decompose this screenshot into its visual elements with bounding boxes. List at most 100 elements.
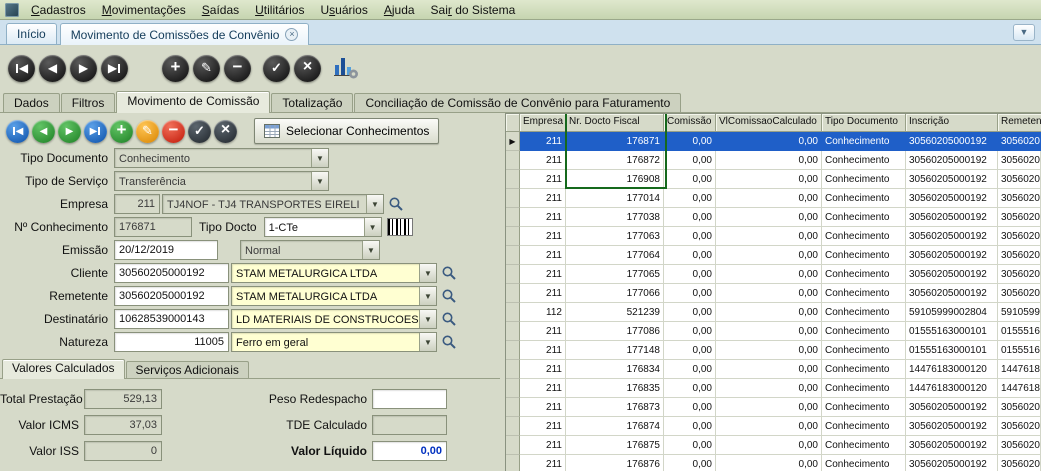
tab-inicio[interactable]: Início bbox=[6, 23, 57, 44]
table-row[interactable]: 2111770860,000,00Conhecimento01555163000… bbox=[506, 322, 1041, 341]
tab-movimento-comissoes-convenio[interactable]: Movimento de Comissões de Convênio × bbox=[60, 23, 310, 45]
grid-cell: 30560205000192 bbox=[906, 417, 998, 436]
table-row[interactable]: 2111768350,000,00Conhecimento14476183000… bbox=[506, 379, 1041, 398]
tipo-docto-select[interactable]: 1-CTe ▼ bbox=[264, 217, 382, 237]
grid-col-header-0[interactable]: Empresa bbox=[520, 114, 566, 132]
page-tab-3[interactable]: Totalização bbox=[271, 93, 353, 112]
page-tab-0[interactable]: Dados bbox=[3, 93, 60, 112]
table-row[interactable]: 2111768340,000,00Conhecimento14476183000… bbox=[506, 360, 1041, 379]
remetente-code-field[interactable]: 30560205000192 bbox=[114, 286, 229, 306]
grid-cancel-button[interactable]: × bbox=[214, 120, 237, 143]
grid-col-header-1[interactable]: Nr. Docto Fiscal bbox=[566, 114, 664, 132]
natureza-code-field[interactable]: 11005 bbox=[114, 332, 229, 352]
record-toolbar: ◀ ◀ ▶ ▶ + ✎ − ✓ × Selecionar Conheciment… bbox=[0, 113, 505, 148]
grid-next-button[interactable]: ▶ bbox=[58, 120, 81, 143]
destinatario-code-field[interactable]: 10628539000143 bbox=[114, 309, 229, 329]
tab-list-chevron-button[interactable]: ▼ bbox=[1013, 24, 1035, 41]
remetente-select[interactable]: STAM METALURGICA LTDA ▼ bbox=[231, 286, 437, 306]
grid-first-button[interactable]: ◀ bbox=[6, 120, 29, 143]
edit-record-button[interactable]: ✎ bbox=[193, 55, 220, 82]
tab-valores-calculados[interactable]: Valores Calculados bbox=[2, 359, 125, 379]
table-row[interactable]: 2111771480,000,00Conhecimento01555163000… bbox=[506, 341, 1041, 360]
table-row[interactable]: 2111770640,000,00Conhecimento30560205000… bbox=[506, 246, 1041, 265]
peso-redespacho-field[interactable] bbox=[372, 389, 447, 409]
menu-item-ajuda[interactable]: Ajuda bbox=[376, 2, 423, 18]
table-row[interactable]: 2111768750,000,00Conhecimento30560205000… bbox=[506, 436, 1041, 455]
row-selector bbox=[506, 265, 520, 284]
table-row[interactable]: 2111770140,000,00Conhecimento30560205000… bbox=[506, 189, 1041, 208]
empresa-code-field[interactable]: 211 bbox=[114, 194, 160, 214]
grid-cell: 0,00 bbox=[664, 303, 716, 322]
grid-confirm-button[interactable]: ✓ bbox=[188, 120, 211, 143]
grid-col-header-2[interactable]: Comissão bbox=[664, 114, 716, 132]
natureza-select[interactable]: Ferro em geral ▼ bbox=[231, 332, 437, 352]
grid-cell: Conhecimento bbox=[822, 132, 906, 151]
cliente-code-field[interactable]: 30560205000192 bbox=[114, 263, 229, 283]
menu-item-sair-do-sistema[interactable]: Sair do Sistema bbox=[423, 2, 524, 18]
main-toolbar: ◀ ◀ ▶ ▶ + ✎ − ✓ × bbox=[0, 45, 1041, 91]
table-row[interactable]: 2111768760,000,00Conhecimento30560205000… bbox=[506, 455, 1041, 471]
menu-item-usuários[interactable]: Usuários bbox=[312, 2, 375, 18]
emissao-modo-select[interactable]: Normal ▼ bbox=[240, 240, 380, 260]
menu-item-saídas[interactable]: Saídas bbox=[194, 2, 247, 18]
table-row[interactable]: 2111769080,000,00Conhecimento30560205000… bbox=[506, 170, 1041, 189]
table-row[interactable]: 2111770660,000,00Conhecimento30560205000… bbox=[506, 284, 1041, 303]
destinatario-select[interactable]: LD MATERIAIS DE CONSTRUCOES LTDA ▼ bbox=[231, 309, 437, 329]
grid-selector-header bbox=[506, 114, 520, 132]
grid-col-header-5[interactable]: Inscrição bbox=[906, 114, 998, 132]
confirm-button[interactable]: ✓ bbox=[263, 55, 290, 82]
tab-servicos-adicionais[interactable]: Serviços Adicionais bbox=[126, 361, 249, 378]
table-row[interactable]: 2111768740,000,00Conhecimento30560205000… bbox=[506, 417, 1041, 436]
empresa-select[interactable]: TJ4NOF - TJ4 TRANSPORTES EIRELI ▼ bbox=[162, 194, 384, 214]
first-record-button[interactable]: ◀ bbox=[8, 55, 35, 82]
search-icon[interactable] bbox=[441, 334, 457, 350]
conhecimento-field[interactable]: 176871 bbox=[114, 217, 192, 237]
menu-item-movimentações[interactable]: Movimentações bbox=[94, 2, 194, 18]
table-row[interactable]: 2111768720,000,00Conhecimento30560205000… bbox=[506, 151, 1041, 170]
grid-cell: 177066 bbox=[566, 284, 664, 303]
tipo-servico-select[interactable]: Transferência ▼ bbox=[114, 171, 329, 191]
grid-col-header-6[interactable]: Remetente bbox=[998, 114, 1041, 132]
next-record-button[interactable]: ▶ bbox=[70, 55, 97, 82]
prev-record-button[interactable]: ◀ bbox=[39, 55, 66, 82]
grid-col-header-3[interactable]: VlComissaoCalculado bbox=[716, 114, 822, 132]
selecionar-conhecimentos-button[interactable]: Selecionar Conhecimentos bbox=[254, 118, 439, 144]
search-icon[interactable] bbox=[388, 196, 404, 212]
grid-cell: 01555163000101 bbox=[998, 341, 1041, 360]
close-icon[interactable]: × bbox=[285, 28, 298, 41]
grid-add-button[interactable]: + bbox=[110, 120, 133, 143]
menu-item-cadastros[interactable]: Cadastros bbox=[23, 2, 94, 18]
table-row[interactable]: ▶2111768710,000,00Conhecimento3056020500… bbox=[506, 132, 1041, 151]
table-row[interactable]: 2111770380,000,00Conhecimento30560205000… bbox=[506, 208, 1041, 227]
table-row[interactable]: 1125212390,000,00Conhecimento59105999002… bbox=[506, 303, 1041, 322]
grid-col-header-4[interactable]: Tipo Documento bbox=[822, 114, 906, 132]
row-selector bbox=[506, 284, 520, 303]
cliente-select[interactable]: STAM METALURGICA LTDA ▼ bbox=[231, 263, 437, 283]
page-tab-2[interactable]: Movimento de Comissão bbox=[116, 91, 270, 113]
table-row[interactable]: 2111768730,000,00Conhecimento30560205000… bbox=[506, 398, 1041, 417]
grid-cell: 0,00 bbox=[716, 246, 822, 265]
page-tab-4[interactable]: Conciliação de Comissão de Convênio para… bbox=[354, 93, 681, 112]
table-row[interactable]: 2111770650,000,00Conhecimento30560205000… bbox=[506, 265, 1041, 284]
chevron-down-icon: ▼ bbox=[364, 218, 381, 236]
emissao-field[interactable]: 20/12/2019 bbox=[114, 240, 218, 260]
menu-item-utilitários[interactable]: Utilitários bbox=[247, 2, 312, 18]
search-icon[interactable] bbox=[441, 265, 457, 281]
search-icon[interactable] bbox=[441, 288, 457, 304]
table-row[interactable]: 2111770630,000,00Conhecimento30560205000… bbox=[506, 227, 1041, 246]
search-icon[interactable] bbox=[441, 311, 457, 327]
chart-icon[interactable] bbox=[331, 54, 361, 82]
barcode-icon[interactable] bbox=[387, 218, 413, 236]
grid-cell: 30560205000192 bbox=[906, 132, 998, 151]
grid-edit-button[interactable]: ✎ bbox=[136, 120, 159, 143]
row-selector bbox=[506, 303, 520, 322]
last-record-button[interactable]: ▶ bbox=[101, 55, 128, 82]
tipo-documento-select[interactable]: Conhecimento ▼ bbox=[114, 148, 329, 168]
add-record-button[interactable]: + bbox=[162, 55, 189, 82]
page-tab-1[interactable]: Filtros bbox=[61, 93, 116, 112]
cancel-button[interactable]: × bbox=[294, 55, 321, 82]
grid-delete-button[interactable]: − bbox=[162, 120, 185, 143]
grid-prev-button[interactable]: ◀ bbox=[32, 120, 55, 143]
delete-record-button[interactable]: − bbox=[224, 55, 251, 82]
grid-last-button[interactable]: ▶ bbox=[84, 120, 107, 143]
